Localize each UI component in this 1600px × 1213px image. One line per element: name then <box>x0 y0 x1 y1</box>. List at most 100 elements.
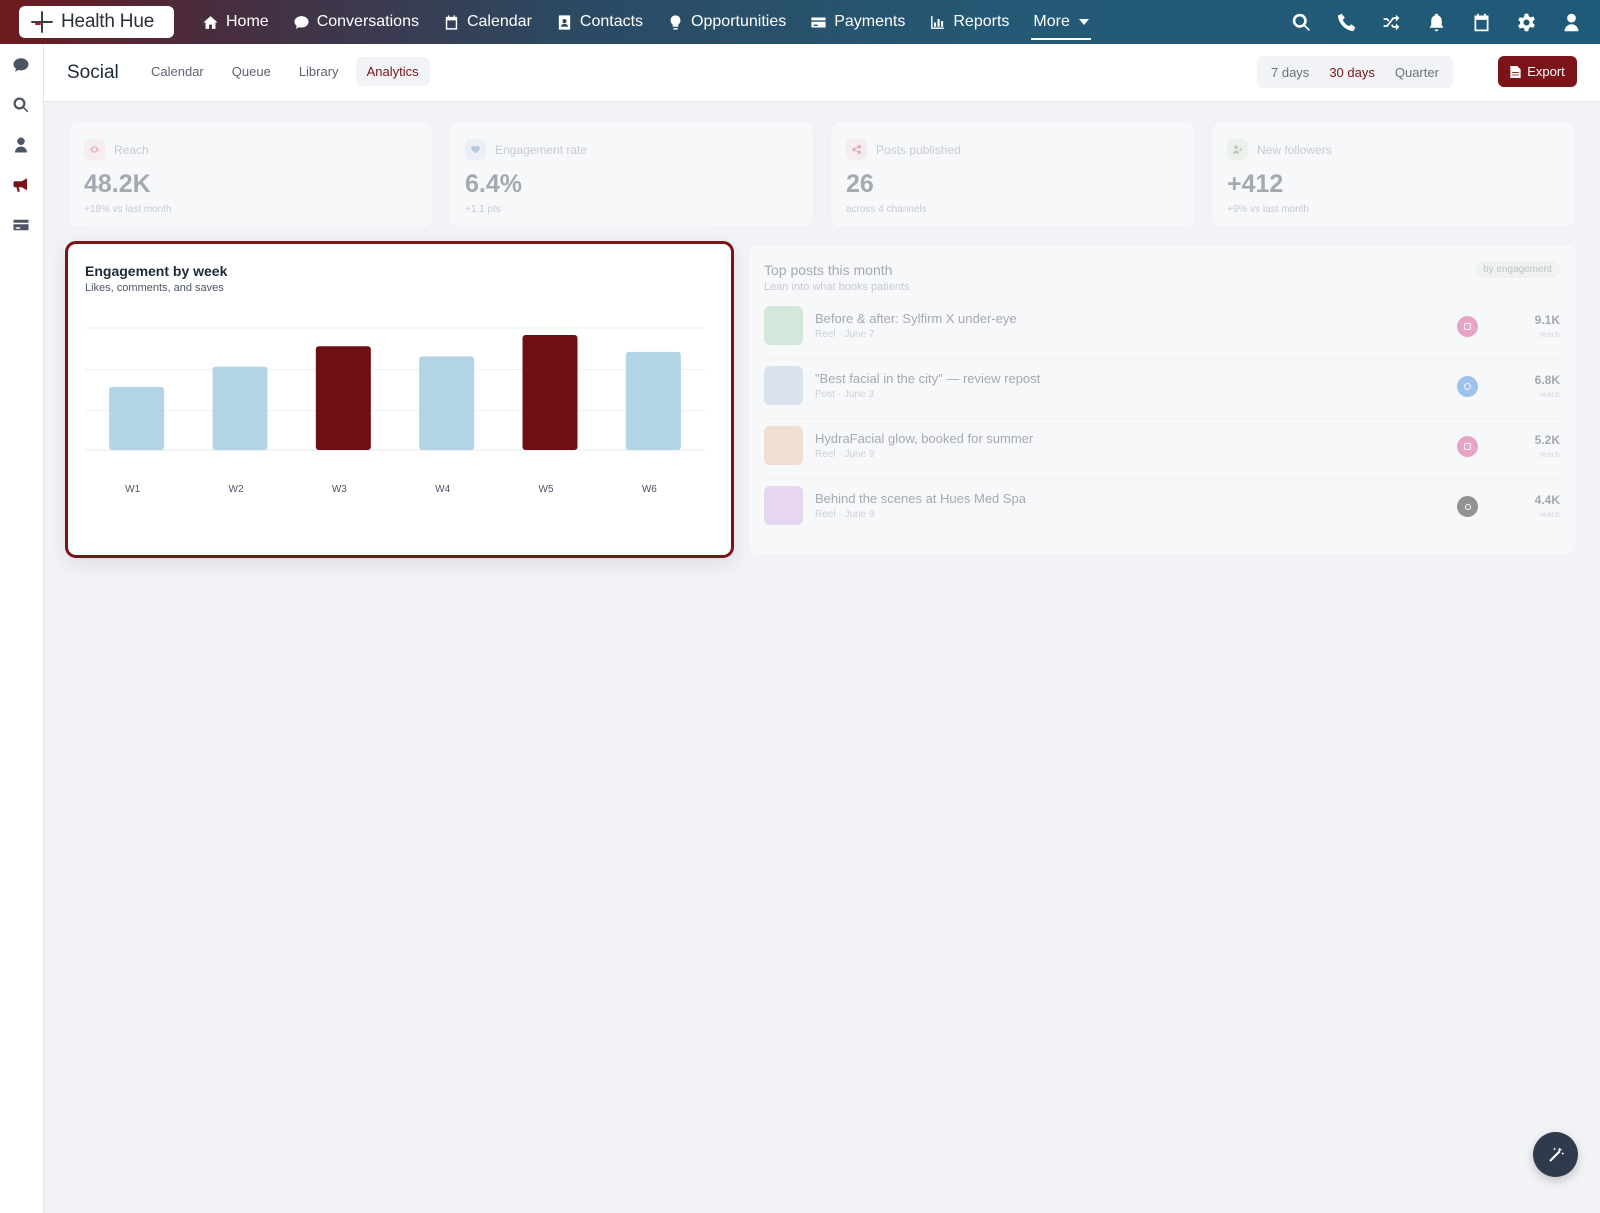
post-reach-label: reach <box>1539 330 1560 339</box>
nav-item-label: Opportunities <box>691 13 787 30</box>
nav-item-more[interactable]: More <box>1021 0 1100 44</box>
nav-item-label: Home <box>226 13 269 30</box>
stat-value: 6.4% <box>465 170 522 198</box>
brand-name: Health Hue <box>61 11 155 32</box>
post-reach: 4.4K <box>1534 493 1560 507</box>
search-icon <box>13 97 29 113</box>
nav-item-label: Calendar <box>466 13 532 30</box>
stat-delta: +9% vs last month <box>1227 204 1309 215</box>
post-title: HydraFacial glow, booked for summer <box>815 431 1034 446</box>
post-row[interactable]: HydraFacial glow, booked for summer Reel… <box>764 419 1564 479</box>
post-reach-label: reach <box>1539 510 1560 519</box>
phone-icon[interactable] <box>1336 12 1357 33</box>
user-icon[interactable] <box>1561 12 1582 33</box>
post-title: Behind the scenes at Hues Med Spa <box>815 491 1027 506</box>
brand-logo[interactable]: Health Hue <box>19 6 174 38</box>
lightbulb-icon <box>670 14 681 30</box>
gear-icon[interactable] <box>1516 12 1537 33</box>
top-posts-card: Top posts this month Lean into what book… <box>748 244 1577 555</box>
megaphone-icon <box>13 178 27 192</box>
rail-chat[interactable] <box>12 56 32 76</box>
x-tick-label: W6 <box>642 484 657 495</box>
chat-bubble-icon <box>294 15 309 29</box>
bar-w4[interactable] <box>419 356 475 450</box>
x-tick-label: W3 <box>332 484 347 495</box>
stat-delta: +1.1 pts <box>465 204 501 215</box>
chat-icon <box>13 58 29 72</box>
assistant-fab-button[interactable] <box>1533 1132 1578 1177</box>
post-thumbnail <box>764 426 803 465</box>
search-icon[interactable] <box>1291 12 1312 33</box>
bar-w6[interactable] <box>625 351 681 450</box>
heart-icon <box>465 139 486 160</box>
magic-wand-icon <box>1548 1147 1564 1162</box>
rail-search[interactable] <box>12 96 32 116</box>
stat-value: 48.2K <box>84 170 151 198</box>
facebook-icon <box>1457 376 1478 397</box>
export-button[interactable]: Export <box>1498 56 1577 87</box>
post-reach: 5.2K <box>1534 433 1560 447</box>
share-icon <box>846 139 867 160</box>
stat-delta: across 4 channels <box>846 204 927 215</box>
nav-item-opportunities[interactable]: Opportunities <box>655 0 798 44</box>
tab-calendar[interactable]: Calendar <box>140 57 215 86</box>
bar-chart-icon <box>931 15 945 29</box>
post-row[interactable]: Behind the scenes at Hues Med Spa Reel ·… <box>764 479 1564 539</box>
post-thumbnail <box>764 486 803 525</box>
posts-title: Top posts this month <box>764 262 893 278</box>
export-label: Export <box>1527 64 1565 79</box>
eye-icon <box>84 139 105 160</box>
page-title: Social <box>67 62 119 83</box>
stat-card-engagement-rate: Engagement rate 6.4% +1.1 pts <box>449 121 814 228</box>
credit-card-icon <box>811 17 826 27</box>
posts-subtitle: Lean into what books patients <box>764 281 910 293</box>
user-plus-icon <box>1227 139 1248 160</box>
range-quarter[interactable]: Quarter <box>1385 65 1449 80</box>
bar-w1[interactable] <box>109 386 165 450</box>
contact-card-icon <box>558 14 571 30</box>
post-title: Before & after: Sylfirm X under-eye <box>815 311 1017 326</box>
stat-label: New followers <box>1257 142 1332 157</box>
instagram-icon <box>1457 316 1478 337</box>
shuffle-icon[interactable] <box>1381 12 1402 33</box>
range-30-days[interactable]: 30 days <box>1319 65 1385 80</box>
left-rail <box>0 44 44 1213</box>
x-tick-label: W5 <box>539 484 554 495</box>
nav-item-payments[interactable]: Payments <box>798 0 917 44</box>
post-meta: Reel · June 7 <box>815 329 875 340</box>
stat-card-posts-published: Posts published 26 across 4 channels <box>830 121 1195 228</box>
stat-label: Posts published <box>876 142 961 157</box>
tab-queue[interactable]: Queue <box>221 57 282 86</box>
nav-item-label: Reports <box>953 13 1010 30</box>
post-row[interactable]: Before & after: Sylfirm X under-eye Reel… <box>764 299 1564 359</box>
nav-item-conversations[interactable]: Conversations <box>281 0 431 44</box>
post-row[interactable]: "Best facial in the city" — review repos… <box>764 359 1564 419</box>
tab-analytics[interactable]: Analytics <box>355 57 430 86</box>
bar-w5[interactable] <box>522 335 578 450</box>
nav-item-home[interactable]: Home <box>190 0 281 44</box>
nav-item-calendar[interactable]: Calendar <box>431 0 544 44</box>
chevron-down-icon <box>1078 19 1089 25</box>
rail-social[interactable] <box>12 176 32 196</box>
instagram-icon <box>1457 436 1478 457</box>
x-tick-label: W1 <box>125 484 140 495</box>
nav-item-label: More <box>1033 13 1070 30</box>
calendar-icon[interactable] <box>1471 12 1492 33</box>
nav-item-reports[interactable]: Reports <box>917 0 1021 44</box>
bar-w3[interactable] <box>315 346 371 450</box>
rail-contacts[interactable] <box>12 136 32 156</box>
stat-value: +412 <box>1227 170 1284 198</box>
x-tick-label: W4 <box>435 484 450 495</box>
calendar-icon <box>445 14 458 30</box>
card-icon <box>13 219 29 231</box>
rail-billing[interactable] <box>12 216 32 236</box>
nav-item-contacts[interactable]: Contacts <box>544 0 655 44</box>
tab-library[interactable]: Library <box>288 57 350 86</box>
engagement-chart-card[interactable]: Engagement by week Likes, comments, and … <box>65 241 734 558</box>
bell-icon[interactable] <box>1426 12 1447 33</box>
post-reach-label: reach <box>1539 390 1560 399</box>
post-reach-label: reach <box>1539 450 1560 459</box>
bar-w2[interactable] <box>212 366 268 450</box>
range-7-days[interactable]: 7 days <box>1261 65 1319 80</box>
brand-mark-icon <box>31 11 53 33</box>
